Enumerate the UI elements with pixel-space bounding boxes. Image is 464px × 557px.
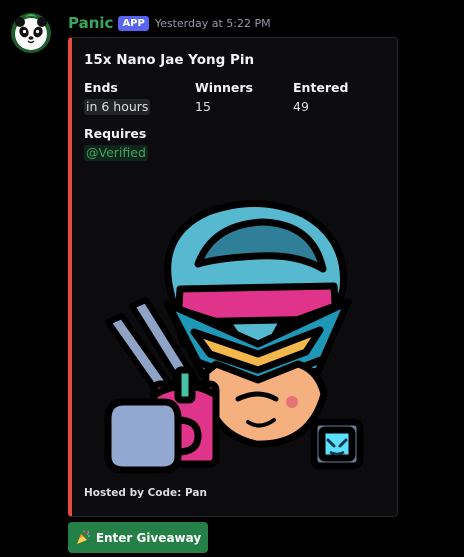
ends-time-code: in 6 hours (84, 99, 151, 115)
giveaway-embed: 15x Nano Jae Yong Pin Ends in 6 hours Wi… (68, 37, 398, 517)
field-value: 15 (195, 99, 211, 114)
panda-avatar-icon (11, 13, 51, 53)
field-name: Ends (84, 80, 118, 95)
app-badge: APP (118, 15, 149, 31)
message-timestamp: Yesterday at 5:22 PM (154, 16, 271, 30)
field-winners: Winners 15 (195, 80, 253, 115)
enter-giveaway-label: Enter Giveaway (95, 530, 202, 545)
party-popper-icon (76, 530, 90, 544)
nano-jae-yong-pin-icon (104, 200, 364, 474)
author-name[interactable]: Panic (68, 14, 113, 32)
field-value: in 6 hours (84, 99, 151, 115)
message-header: Panic APP Yesterday at 5:22 PM (68, 13, 271, 33)
field-value: 49 (293, 99, 309, 114)
field-name: Entered (293, 80, 349, 95)
enter-giveaway-button[interactable]: Enter Giveaway (68, 522, 208, 553)
role-mention[interactable]: @Verified (84, 145, 148, 161)
field-requires: Requires @Verified (84, 126, 148, 161)
field-entered: Entered 49 (293, 80, 348, 115)
field-name: Requires (84, 126, 147, 141)
field-name: Winners (195, 80, 253, 95)
embed-image[interactable] (98, 194, 368, 474)
embed-footer: Hosted by Code: Pan (84, 487, 207, 499)
field-value: @Verified (84, 145, 148, 161)
embed-title: 15x Nano Jae Yong Pin (84, 52, 255, 68)
bot-avatar[interactable] (11, 13, 51, 53)
field-ends: Ends in 6 hours (84, 80, 151, 115)
